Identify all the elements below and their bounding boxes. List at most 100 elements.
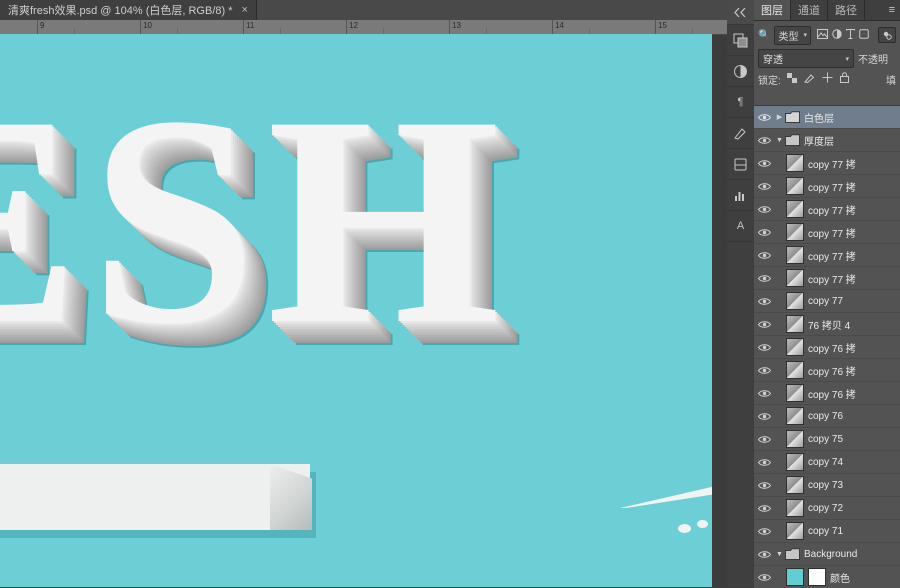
layer-row-thickness-group[interactable]: ▼ 厚度层 xyxy=(754,129,900,152)
lock-all-icon[interactable] xyxy=(839,72,849,86)
visibility-icon[interactable] xyxy=(754,359,774,381)
layer-row[interactable]: 76 拷贝 4 xyxy=(754,313,900,336)
layer-row[interactable]: copy 77 拷 xyxy=(754,221,900,244)
layer-row[interactable]: copy 77 xyxy=(754,290,900,313)
layer-name: 76 拷贝 4 xyxy=(808,320,851,332)
filter-kind-select[interactable]: 类型 ▾ xyxy=(774,25,811,45)
layer-row[interactable]: copy 76 拷 xyxy=(754,382,900,405)
filter-kind-label: 类型 xyxy=(778,31,799,43)
filter-text-icon[interactable] xyxy=(845,28,855,42)
filter-adjustment-icon[interactable] xyxy=(832,28,842,42)
layer-name: copy 74 xyxy=(808,456,844,468)
layer-name: copy 72 xyxy=(808,502,844,514)
lock-brush-icon[interactable] xyxy=(803,73,815,86)
layer-thumbnail xyxy=(786,430,804,448)
layer-row[interactable]: copy 72 xyxy=(754,497,900,520)
ruler-label: 15 xyxy=(658,21,667,30)
search-icon[interactable]: 🔍 xyxy=(758,30,770,41)
layer-row[interactable]: copy 77 拷 xyxy=(754,175,900,198)
folder-icon xyxy=(785,548,800,560)
blend-mode-select[interactable]: 穿透 ▾ xyxy=(758,49,854,68)
disclosure-triangle-icon[interactable]: ▼ xyxy=(774,551,785,558)
visibility-icon[interactable] xyxy=(754,428,774,450)
tab-paths[interactable]: 路径 xyxy=(828,0,865,20)
blend-mode-value: 穿透 xyxy=(763,55,783,66)
layer-thumbnail xyxy=(786,384,804,402)
layer-row[interactable]: copy 76 xyxy=(754,405,900,428)
visibility-icon[interactable] xyxy=(754,198,774,220)
brush-icon[interactable] xyxy=(727,118,754,149)
horizontal-ruler: 9 10 11 12 13 14 15 xyxy=(0,20,727,35)
document-tab[interactable]: 清爽fresh效果.psd @ 104% (白色层, RGB/8) * × xyxy=(0,0,257,20)
lock-position-icon[interactable] xyxy=(822,72,833,86)
layer-name: copy 77 拷 xyxy=(808,205,856,217)
layer-row[interactable]: copy 75 xyxy=(754,428,900,451)
visibility-icon[interactable] xyxy=(754,106,774,128)
visibility-icon[interactable] xyxy=(754,175,774,197)
visibility-icon[interactable] xyxy=(754,497,774,519)
filter-shape-icon[interactable] xyxy=(859,28,869,42)
filter-type-icons xyxy=(816,28,869,42)
disclosure-triangle-icon[interactable]: ▼ xyxy=(774,137,785,144)
visibility-icon[interactable] xyxy=(754,520,774,542)
filter-toggle-button[interactable] xyxy=(878,27,896,43)
panel-tab-bar: 图层 通道 路径 ≡ xyxy=(754,0,900,21)
panel-collapse-button[interactable] xyxy=(727,0,754,25)
ruler-label: 12 xyxy=(349,21,358,30)
paragraph-icon[interactable]: ¶ xyxy=(727,87,754,118)
visibility-icon[interactable] xyxy=(754,313,774,335)
layer-row[interactable]: copy 76 拷 xyxy=(754,336,900,359)
canvas-area[interactable]: ESH 可随意更改 xyxy=(0,34,712,587)
disclosure-triangle-icon[interactable]: ▶ xyxy=(774,113,785,121)
visibility-icon[interactable] xyxy=(754,244,774,266)
panel-menu-icon[interactable]: ≡ xyxy=(884,0,900,20)
lock-icons xyxy=(786,72,849,86)
layer-row[interactable]: copy 77 拷 xyxy=(754,198,900,221)
layer-row-white-group[interactable]: ▶ 白色层 xyxy=(754,106,900,129)
layer-list[interactable]: ▶ 白色层 ▼ 厚度层 copy 77 拷 copy 77 拷 copy 77 … xyxy=(754,105,900,588)
layer-thumbnail xyxy=(786,522,804,540)
visibility-icon[interactable] xyxy=(754,336,774,358)
clone-source-icon[interactable] xyxy=(727,149,754,180)
layer-row[interactable]: copy 73 xyxy=(754,474,900,497)
layer-row[interactable]: copy 74 xyxy=(754,451,900,474)
layer-row[interactable]: copy 77 拷 xyxy=(754,152,900,175)
visibility-icon[interactable] xyxy=(754,267,774,289)
layer-row[interactable]: copy 77 拷 xyxy=(754,244,900,267)
layer-row[interactable]: copy 77 拷 xyxy=(754,267,900,290)
layer-row[interactable]: copy 71 xyxy=(754,520,900,543)
layer-thumbnail xyxy=(786,269,804,287)
visibility-icon[interactable] xyxy=(754,405,774,427)
visibility-icon[interactable] xyxy=(754,382,774,404)
close-icon[interactable]: × xyxy=(242,4,248,16)
character-icon[interactable]: A xyxy=(727,211,754,242)
layer-row-background-group[interactable]: ▼ Background xyxy=(754,543,900,566)
layer-name: 白色层 xyxy=(804,113,834,125)
visibility-icon[interactable] xyxy=(754,129,774,151)
tab-layers[interactable]: 图层 xyxy=(754,0,791,20)
chevron-down-icon: ▾ xyxy=(845,55,849,63)
visibility-icon[interactable] xyxy=(754,451,774,473)
layer-name: copy 77 拷 xyxy=(808,274,856,286)
ruler-label: 11 xyxy=(246,21,255,30)
histogram-icon[interactable] xyxy=(727,180,754,211)
color-swatch-icon[interactable] xyxy=(727,25,754,56)
layer-thumbnail xyxy=(786,154,804,172)
visibility-icon[interactable] xyxy=(754,474,774,496)
tab-channels[interactable]: 通道 xyxy=(791,0,828,20)
visibility-icon[interactable] xyxy=(754,543,774,565)
visibility-icon[interactable] xyxy=(754,566,774,588)
adjustments-icon[interactable] xyxy=(727,56,754,87)
layer-row[interactable]: copy 76 拷 xyxy=(754,359,900,382)
tab-layers-label: 图层 xyxy=(761,5,783,17)
tab-paths-label: 路径 xyxy=(835,5,857,17)
blend-mode-row: 穿透 ▾ 不透明 xyxy=(754,48,900,69)
layer-name: copy 77 拷 xyxy=(808,182,856,194)
visibility-icon[interactable] xyxy=(754,290,774,312)
lock-transparent-icon[interactable] xyxy=(786,72,797,86)
filter-image-icon[interactable] xyxy=(816,28,828,42)
layer-row-color-fill[interactable]: 颜色 xyxy=(754,566,900,588)
visibility-icon[interactable] xyxy=(754,221,774,243)
folder-icon xyxy=(785,111,800,123)
visibility-icon[interactable] xyxy=(754,152,774,174)
